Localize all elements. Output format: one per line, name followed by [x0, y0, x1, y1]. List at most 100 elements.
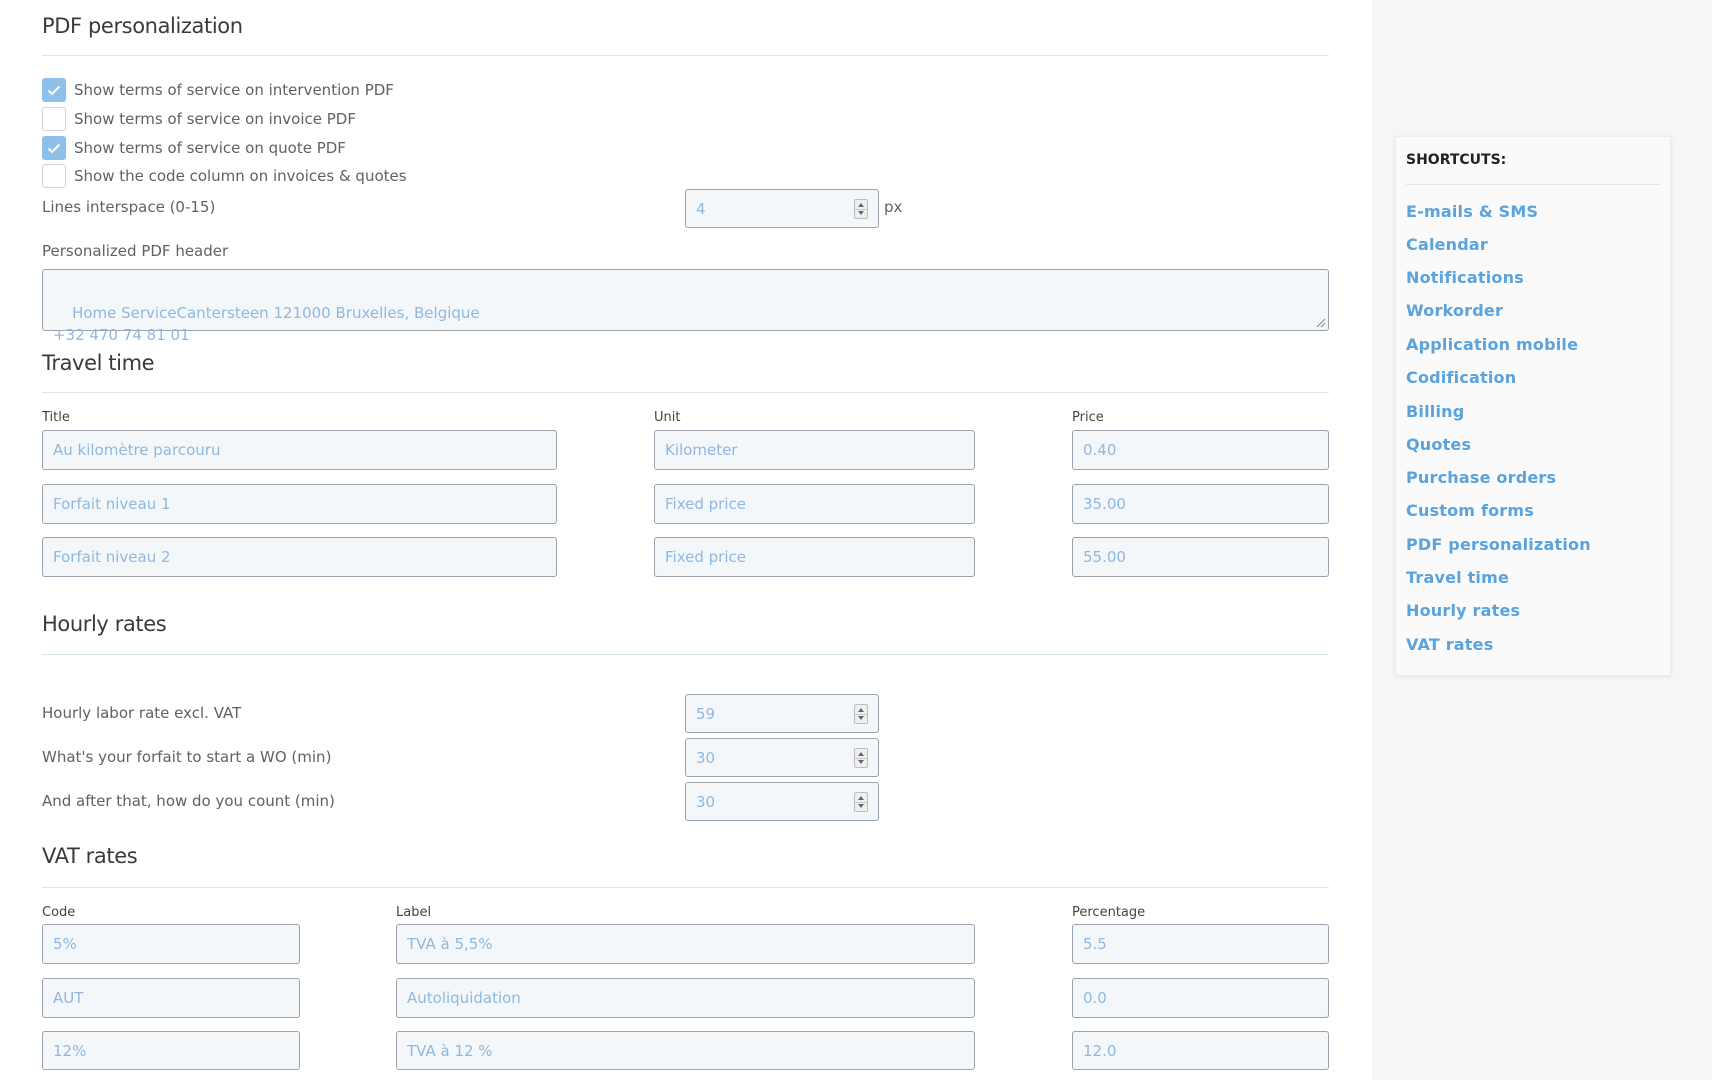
travel-price-input[interactable]: 55.00 [1072, 537, 1329, 577]
travel-price-input[interactable]: 0.40 [1072, 430, 1329, 470]
field-value: Autoliquidation [407, 989, 521, 1007]
forfait-start-input[interactable]: 30 [685, 738, 879, 777]
divider [42, 55, 1329, 56]
checkbox-label: Show the code column on invoices & quote… [74, 167, 407, 185]
shortcut-link-quotes[interactable]: Quotes [1406, 435, 1471, 454]
lines-interspace-label: Lines interspace (0-15) [42, 198, 216, 216]
column-header-code: Code [42, 905, 76, 920]
field-value: Fixed price [665, 548, 746, 566]
spinner-icon[interactable] [854, 703, 868, 724]
vat-percentage-input[interactable]: 5.5 [1072, 924, 1329, 964]
resize-handle-icon[interactable] [1316, 318, 1326, 328]
checkbox-label: Show terms of service on intervention PD… [74, 81, 394, 99]
shortcut-link-pdf-personalization[interactable]: PDF personalization [1406, 535, 1591, 554]
section-title-hourly: Hourly rates [42, 612, 167, 636]
checkbox-unchecked[interactable] [42, 164, 66, 188]
checkbox-checked[interactable] [42, 78, 66, 102]
shortcut-link-application-mobile[interactable]: Application mobile [1406, 335, 1578, 354]
checkbox-label: Show terms of service on invoice PDF [74, 110, 356, 128]
vat-percentage-input[interactable]: 0.0 [1072, 978, 1329, 1018]
travel-unit-input[interactable]: Kilometer [654, 430, 975, 470]
field-value: Au kilomètre parcouru [53, 441, 221, 459]
field-value: AUT [53, 989, 84, 1007]
field-value: 12% [53, 1041, 87, 1060]
column-header-unit: Unit [654, 410, 681, 425]
field-value: Forfait niveau 2 [53, 548, 171, 566]
pdf-header-label: Personalized PDF header [42, 242, 229, 260]
checkbox-checked[interactable] [42, 136, 66, 160]
vat-percentage-input[interactable]: 12.0 [1072, 1031, 1329, 1070]
shortcut-link-codification[interactable]: Codification [1406, 368, 1516, 387]
divider [1406, 184, 1660, 185]
spinner-icon[interactable] [854, 198, 868, 219]
field-value: 5% [53, 935, 77, 953]
field-value: Fixed price [665, 495, 746, 513]
section-title-travel: Travel time [42, 351, 155, 375]
divider [42, 654, 1329, 655]
textarea-value: Home ServiceCantersteen 121000 Bruxelles… [53, 304, 480, 344]
checkbox-row-code-column[interactable]: Show the code column on invoices & quote… [42, 164, 407, 188]
field-value: 35.00 [1083, 495, 1126, 513]
column-header-price: Price [1072, 410, 1104, 425]
field-value: 59 [696, 704, 716, 723]
shortcut-link-billing[interactable]: Billing [1406, 402, 1464, 421]
field-value: 0.40 [1083, 441, 1117, 459]
section-title-pdf: PDF personalization [42, 14, 243, 38]
vat-code-input[interactable]: 12% [42, 1031, 300, 1070]
checkmark-icon [47, 85, 61, 95]
field-value: 30 [696, 792, 716, 811]
spinner-icon[interactable] [854, 747, 868, 768]
shortcut-link-vat-rates[interactable]: VAT rates [1406, 635, 1493, 654]
shortcut-link-emails-sms[interactable]: E-mails & SMS [1406, 202, 1538, 221]
checkbox-row-tos-intervention[interactable]: Show terms of service on intervention PD… [42, 78, 394, 102]
spinner-icon[interactable] [854, 791, 868, 812]
checkbox-label: Show terms of service on quote PDF [74, 139, 346, 157]
hourly-rate-label: Hourly labor rate excl. VAT [42, 704, 242, 722]
divider [42, 392, 1329, 393]
forfait-start-label: What's your forfait to start a WO (min) [42, 748, 332, 766]
shortcuts-title: SHORTCUTS: [1406, 152, 1507, 168]
vat-code-input[interactable]: AUT [42, 978, 300, 1018]
vat-label-input[interactable]: TVA à 5,5% [396, 924, 975, 964]
shortcut-link-notifications[interactable]: Notifications [1406, 268, 1524, 287]
travel-unit-input[interactable]: Fixed price [654, 537, 975, 577]
shortcut-link-custom-forms[interactable]: Custom forms [1406, 501, 1534, 520]
travel-price-input[interactable]: 35.00 [1072, 484, 1329, 524]
column-header-percentage: Percentage [1072, 905, 1146, 920]
vat-label-input[interactable]: Autoliquidation [396, 978, 975, 1018]
settings-main-panel: PDF personalization Show terms of servic… [0, 0, 1372, 1080]
count-after-label: And after that, how do you count (min) [42, 792, 335, 810]
column-header-title: Title [42, 410, 70, 425]
lines-interspace-input[interactable]: 4 [685, 189, 879, 228]
travel-title-input[interactable]: Au kilomètre parcouru [42, 430, 557, 470]
shortcut-link-purchase-orders[interactable]: Purchase orders [1406, 468, 1556, 487]
field-value: TVA à 5,5% [407, 935, 493, 953]
vat-label-input[interactable]: TVA à 12 % [396, 1031, 975, 1070]
field-value: Kilometer [665, 441, 738, 459]
checkbox-unchecked[interactable] [42, 107, 66, 131]
field-value: 55.00 [1083, 548, 1126, 566]
shortcut-link-hourly-rates[interactable]: Hourly rates [1406, 601, 1520, 620]
checkbox-row-tos-invoice[interactable]: Show terms of service on invoice PDF [42, 107, 356, 131]
checkmark-icon [47, 143, 61, 153]
shortcut-link-workorder[interactable]: Workorder [1406, 301, 1503, 320]
shortcut-link-calendar[interactable]: Calendar [1406, 235, 1488, 254]
field-value: 4 [696, 199, 706, 218]
shortcut-link-travel-time[interactable]: Travel time [1406, 568, 1509, 587]
field-value: Forfait niveau 1 [53, 495, 171, 513]
vat-code-input[interactable]: 5% [42, 924, 300, 964]
divider [42, 887, 1329, 888]
field-value: 5.5 [1083, 935, 1107, 953]
field-value: 30 [696, 748, 716, 767]
travel-title-input[interactable]: Forfait niveau 2 [42, 537, 557, 577]
travel-unit-input[interactable]: Fixed price [654, 484, 975, 524]
hourly-rate-input[interactable]: 59 [685, 694, 879, 733]
field-value: TVA à 12 % [407, 1041, 493, 1060]
pdf-header-textarea[interactable]: Home ServiceCantersteen 121000 Bruxelles… [42, 269, 1329, 344]
checkbox-row-tos-quote[interactable]: Show terms of service on quote PDF [42, 136, 346, 160]
count-after-input[interactable]: 30 [685, 782, 879, 821]
travel-title-input[interactable]: Forfait niveau 1 [42, 484, 557, 524]
shortcuts-panel: SHORTCUTS: E-mails & SMS Calendar Notifi… [1395, 136, 1671, 676]
section-title-vat: VAT rates [42, 844, 138, 868]
field-value: 0.0 [1083, 989, 1107, 1007]
